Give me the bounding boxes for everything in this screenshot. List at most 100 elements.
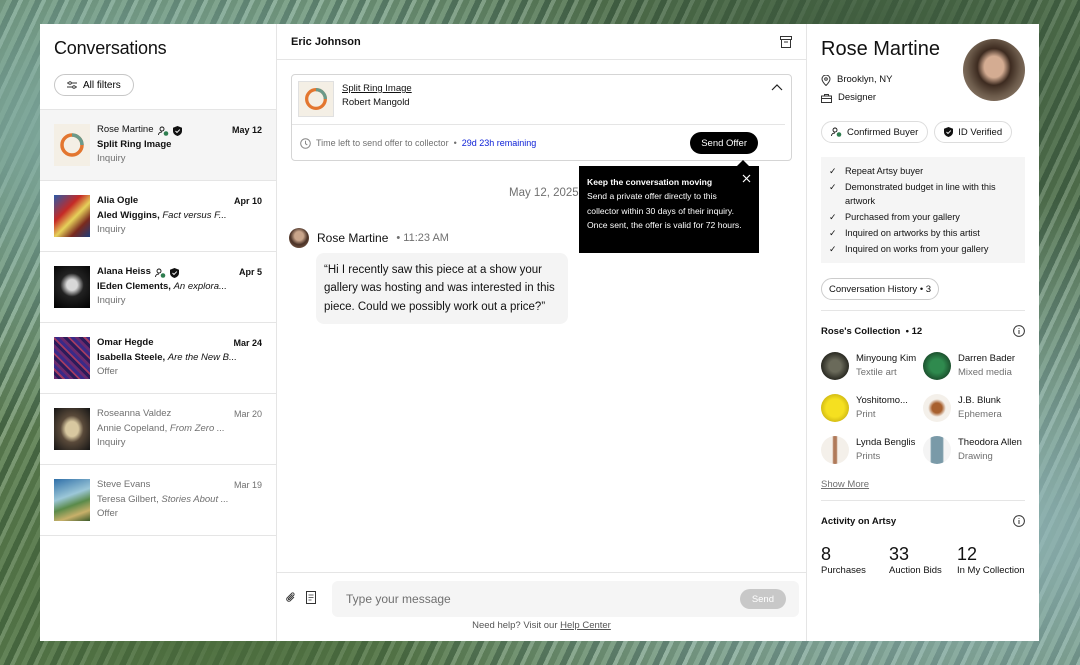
conversations-panel: Conversations All filters Rose Martine S… (40, 24, 277, 641)
contact-name: Steve Evans (97, 479, 151, 491)
chat-message: Rose Martine • 11:23 AM “Hi I recently s… (289, 228, 589, 325)
signal-item: ✓ Inquired on artworks by this artist (829, 228, 980, 238)
conversations-title: Conversations (54, 38, 167, 58)
info-icon[interactable] (1013, 515, 1025, 527)
offer-tooltip: Keep the conversation moving Send a priv… (579, 160, 759, 253)
contact-name: Roseanna Valdez (97, 408, 172, 420)
show-more-link[interactable]: Show More (821, 479, 1025, 490)
artwork-thumbnail (821, 436, 849, 464)
all-filters-label: All filters (83, 79, 121, 91)
conversation-type: Offer (97, 508, 118, 520)
conversation-history-button[interactable]: Conversation History • 3 (821, 278, 940, 300)
profile-location: Brooklyn, NY (837, 74, 893, 85)
conversation-item[interactable]: Roseanna Valdez Annie Copeland, From Zer… (40, 394, 276, 465)
profile-profession: Designer (838, 92, 877, 103)
contact-name: Omar Hegde (97, 337, 154, 349)
artwork-title: An explora... (173, 280, 227, 292)
confirmed-buyer-badge: Confirmed Buyer (821, 121, 929, 143)
checkmark-icon: ✓ (829, 244, 837, 254)
close-icon[interactable] (742, 174, 751, 183)
artwork-thumbnail (54, 337, 90, 379)
time-remaining: 29d 23h remaining (461, 138, 537, 148)
profile-avatar (963, 39, 1025, 101)
artwork-artist: Robert Mangold (342, 97, 410, 108)
id-verified-icon (944, 127, 954, 137)
collection-item[interactable]: Darren Bader Mixed media (923, 352, 1025, 380)
signal-item: ✓ Demonstrated budget in line with this a… (829, 182, 996, 206)
buyer-signals-list: ✓ Repeat Artsy buyer ✓ Demonstrated budget… (821, 157, 1025, 263)
artwork-thumbnail (821, 394, 849, 422)
artwork-thumbnail (54, 195, 90, 237)
briefcase-icon (821, 93, 832, 103)
artwork-title: Fact versus F... (162, 209, 227, 221)
history-count: • 3 (919, 283, 932, 295)
checkmark-icon: ✓ (829, 212, 837, 222)
artist-name: Teresa Gilbert, (97, 493, 159, 505)
conversation-item[interactable]: Steve Evans Teresa Gilbert, Stories Abou… (40, 465, 276, 536)
document-icon[interactable] (306, 591, 316, 604)
help-text: Need help? Visit our Help Center (277, 620, 806, 631)
filter-icon (67, 81, 77, 89)
collection-item[interactable]: Yoshitomo... Print (821, 394, 923, 422)
artwork-offer-card: Split Ring Image Robert Mangold Time lef… (291, 74, 792, 161)
conversation-date: Mar 20 (233, 409, 262, 419)
artist-name: Annie Copeland, (97, 422, 168, 434)
help-center-link[interactable]: Help Center (560, 620, 611, 631)
paperclip-icon[interactable] (285, 591, 297, 604)
artwork-thumbnail (54, 124, 90, 166)
collector-profile-panel: Rose Martine Brooklyn, NY Designer Confi… (807, 24, 1039, 641)
conversation-item[interactable]: Omar Hegde Isabella Steele, Are the New … (40, 323, 276, 394)
artwork-thumbnail (923, 394, 951, 422)
collection-item[interactable]: Lynda Benglis Prints (821, 436, 923, 464)
archive-icon[interactable] (780, 35, 792, 48)
conversation-type: Inquiry (97, 224, 126, 236)
conversation-date: Mar 19 (233, 480, 262, 490)
id-verified-icon (172, 125, 182, 136)
artwork-thumbnail (923, 352, 951, 380)
chevron-up-icon[interactable] (771, 83, 783, 91)
tooltip-body: Send a private offer directly to this co… (587, 191, 742, 231)
message-bubble: “Hi I recently saw this piece at a show … (316, 253, 568, 325)
send-button[interactable]: Send (739, 589, 786, 609)
help-prefix: Need help? Visit our (472, 620, 558, 631)
conversations-header: Conversations All filters (40, 24, 276, 110)
artwork-title: Stories About ... (161, 493, 229, 505)
message-time: • 11:23 AM (396, 232, 449, 244)
collection-item[interactable]: J.B. Blunk Ephemera (923, 394, 1025, 422)
collection-item[interactable]: Minyoung Kim Textile art (821, 352, 923, 380)
artwork-title-link[interactable]: Split Ring Image (342, 83, 412, 94)
message-sender: Rose Martine (317, 231, 389, 245)
stat-in-my-collection: 12 In My Collection (957, 544, 1025, 576)
send-offer-button[interactable]: Send Offer (690, 132, 758, 154)
artwork-thumbnail (821, 352, 849, 380)
chat-header: Eric Johnson (277, 24, 806, 60)
activity-section: Activity on Artsy 8 Purchases 33 Auction B… (821, 500, 1025, 576)
artwork-thumbnail (54, 266, 90, 308)
conversation-item[interactable]: Rose Martine Split Ring Image Inquiry Ma… (40, 110, 276, 181)
contact-name: Alana Heiss (97, 266, 151, 278)
conversation-date: Apr 10 (233, 196, 262, 206)
artwork-thumbnail (923, 436, 951, 464)
artist-name: IEden Clements, (97, 280, 171, 292)
message-composer: Send Need help? Visit our Help Center (277, 572, 806, 641)
artwork-thumbnail[interactable] (298, 81, 334, 117)
collection-item[interactable]: Theodora Allen Drawing (923, 436, 1025, 464)
activity-title: Activity on Artsy (821, 515, 897, 527)
artist-name: Aled Wiggins, (97, 209, 160, 221)
checkmark-icon: ✓ (829, 228, 837, 238)
checkmark-icon: ✓ (829, 166, 837, 176)
all-filters-button[interactable]: All filters (54, 74, 134, 96)
collection-title: Rose's Collection (821, 325, 901, 337)
avatar (289, 228, 309, 248)
separator-dot: • (453, 138, 457, 148)
conversation-item[interactable]: Alana Heiss IEden Clements, An explora..… (40, 252, 276, 323)
confirmed-buyer-icon (154, 268, 166, 278)
artwork-thumbnail (54, 479, 90, 521)
artwork-title: From Zero ... (169, 422, 225, 434)
chat-panel: Eric Johnson Split Ring Image Robert Man… (277, 24, 807, 641)
signal-item: ✓ Inquired on works from your gallery (829, 244, 989, 254)
info-icon[interactable] (1013, 325, 1025, 337)
stat-auction-bids: 33 Auction Bids (889, 544, 942, 576)
message-input[interactable] (332, 581, 799, 617)
conversation-item[interactable]: Alia Ogle Aled Wiggins, Fact versus F...… (40, 181, 276, 252)
